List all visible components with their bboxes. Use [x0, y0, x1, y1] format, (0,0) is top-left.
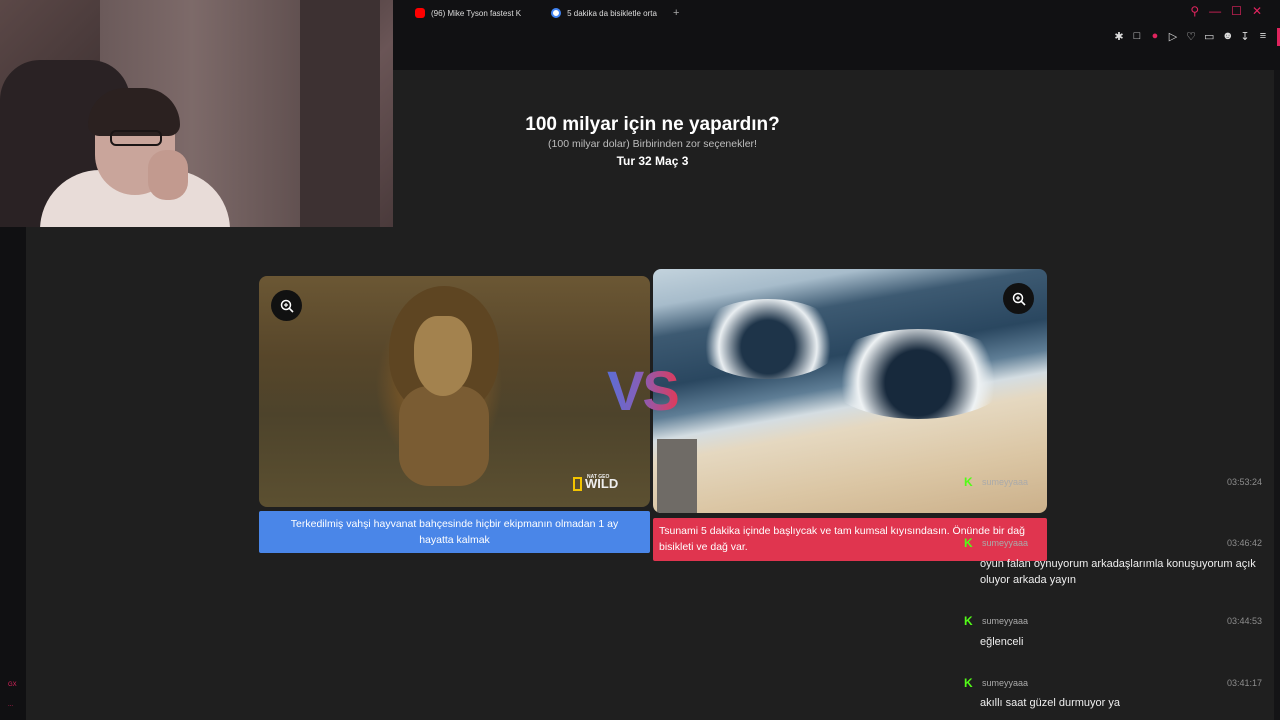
chat-message-header: K sumeyyaaa 03:46:42	[964, 537, 1262, 549]
chat-timestamp: 03:53:24	[1226, 477, 1262, 487]
kick-badge-icon: K	[964, 614, 973, 628]
pin-icon[interactable]: ✱	[1114, 30, 1124, 43]
wave	[693, 299, 843, 379]
chat-username: sumeyyaaa	[982, 477, 1029, 487]
extensions-icon[interactable]: ▭	[1204, 30, 1214, 43]
webcam-person-glasses	[110, 130, 162, 146]
tab-strip: (96) Mike Tyson fastest K 5 dakika da bi…	[393, 0, 1280, 26]
new-tab-button[interactable]: +	[673, 7, 679, 19]
chat-username: sumeyyaaa	[982, 678, 1029, 688]
kick-badge-icon: K	[964, 676, 973, 690]
chat-message-text: eğlenceli	[980, 636, 1024, 648]
webcam-overlay	[0, 0, 393, 227]
kick-badge-icon: K	[964, 536, 973, 550]
page-subtitle: (100 milyar dolar) Birbirinden zor seçen…	[548, 138, 757, 150]
kick-badge-icon: K	[964, 475, 973, 489]
choice-left-caption: Terkedilmiş vahşi hayvanat bahçesinde hi…	[290, 518, 619, 546]
chat-message-text: oyun falan oynuyorum arkadaşlarımla konu…	[980, 558, 1256, 586]
natgeo-wild-logo: NAT GEO WILD	[573, 474, 618, 491]
chat-message-header: K sumeyyaaa 03:41:17	[964, 677, 1262, 689]
sidebar-gx-label[interactable]: GX	[8, 682, 17, 688]
search-icon[interactable]: ⚲	[1190, 4, 1199, 18]
youtube-icon	[415, 8, 425, 18]
chat-timestamp: 03:41:17	[1226, 678, 1262, 688]
menu-icon[interactable]: ≡	[1258, 30, 1268, 43]
tab-google[interactable]: 5 dakika da bisikletle orta	[529, 1, 665, 25]
chat-timestamp: 03:44:53	[1226, 616, 1262, 626]
snapshot-icon[interactable]: □	[1132, 30, 1142, 43]
profile-icon[interactable]: ☻	[1222, 30, 1234, 43]
webcam-person-hair	[88, 88, 180, 136]
chat-message-text: akıllı saat güzel durmuyor ya	[980, 697, 1121, 709]
page-title: 100 milyar için ne yapardın?	[525, 114, 780, 135]
tab-title: 5 dakika da bisikletle orta	[567, 8, 657, 18]
webcam-door	[300, 0, 380, 227]
chat-message-header: K sumeyyaaa 03:53:24	[964, 476, 1262, 488]
download-icon[interactable]: ↧	[1240, 30, 1250, 43]
play-icon[interactable]: ▷	[1168, 30, 1178, 43]
zoom-icon[interactable]	[271, 290, 302, 321]
minimize-icon[interactable]: —	[1209, 4, 1221, 18]
tab-title: (96) Mike Tyson fastest K	[431, 8, 522, 18]
round-indicator: Tur 32 Maç 3	[616, 154, 689, 168]
choice-left-button[interactable]: Terkedilmiş vahşi hayvanat bahçesinde hi…	[259, 511, 650, 553]
chat-username: sumeyyaaa	[982, 538, 1029, 548]
tab-youtube[interactable]: (96) Mike Tyson fastest K	[393, 1, 529, 25]
vs-label: VS	[607, 359, 680, 422]
building	[657, 439, 697, 513]
close-icon[interactable]: ✕	[1252, 4, 1262, 18]
google-icon	[551, 8, 562, 18]
lion-face	[414, 316, 472, 396]
lion-body	[399, 386, 489, 486]
webcam-person-hand	[148, 150, 188, 200]
window-controls: ⚲ — ☐ ✕	[1190, 4, 1262, 18]
maximize-icon[interactable]: ☐	[1231, 4, 1242, 18]
zoom-icon[interactable]	[1003, 283, 1034, 314]
chat-message-header: K sumeyyaaa 03:44:53	[964, 615, 1262, 627]
chat-timestamp: 03:46:42	[1226, 538, 1262, 548]
toolbar-icons: ✱ □ ● ▷ ♡ ▭ ☻ ↧ ≡	[1114, 30, 1268, 43]
chat-username: sumeyyaaa	[982, 616, 1029, 626]
choice-left-image[interactable]: NAT GEO WILD	[259, 276, 650, 507]
natgeo-frame-icon	[573, 476, 582, 491]
pocket-icon[interactable]: ●	[1150, 30, 1160, 43]
wave	[823, 329, 1013, 419]
sidebar-more-label[interactable]: ...	[8, 702, 13, 708]
scrollbar[interactable]	[1274, 70, 1280, 720]
heart-icon[interactable]: ♡	[1186, 30, 1196, 43]
